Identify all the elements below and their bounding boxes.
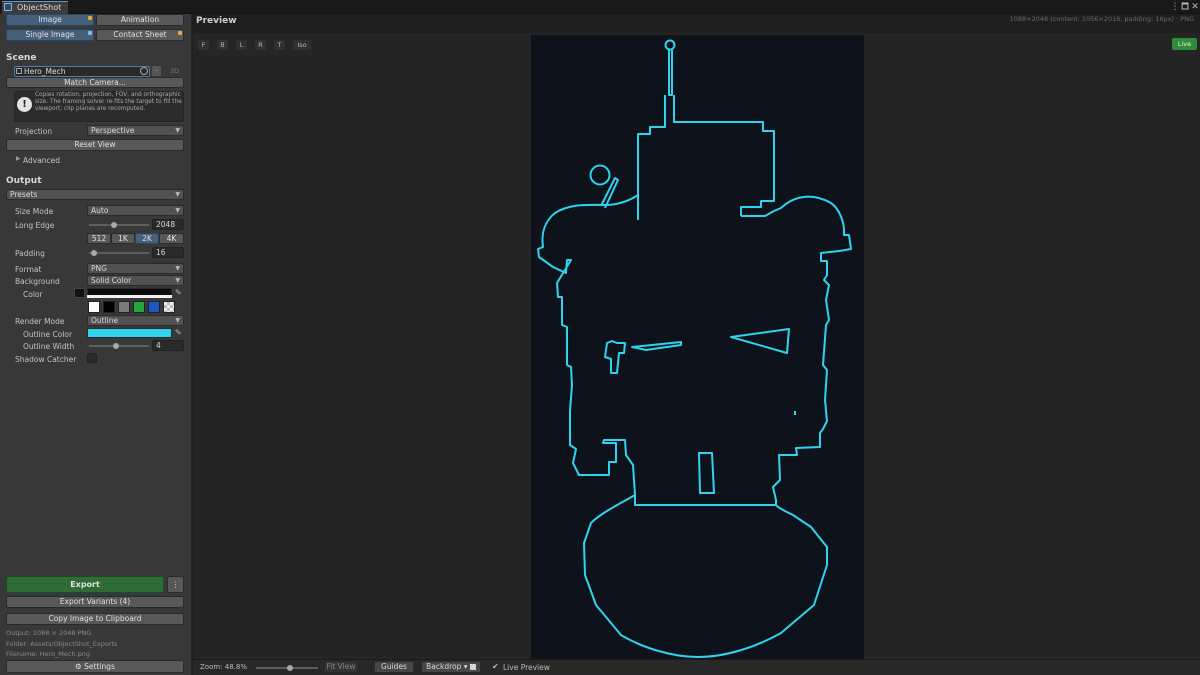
- reset-view-button[interactable]: Reset View: [6, 139, 184, 151]
- swatch-blue[interactable]: [148, 301, 160, 313]
- padding-slider-handle[interactable]: [90, 250, 97, 256]
- cube-icon: [16, 68, 22, 74]
- view-top-button[interactable]: T: [273, 39, 286, 51]
- image-tab-badge: [88, 16, 92, 20]
- size-2k-button[interactable]: 2K: [135, 233, 159, 244]
- swatch-green[interactable]: [133, 301, 145, 313]
- expand-arrow-icon[interactable]: ▶: [16, 155, 21, 162]
- shadow-catcher-label: Shadow Catcher: [15, 355, 77, 364]
- swatch-transparent[interactable]: [163, 301, 175, 313]
- color-preview-swatch[interactable]: [74, 288, 85, 298]
- long-edge-field[interactable]: 2048: [152, 219, 184, 230]
- outline-width-label: Outline Width: [23, 342, 75, 351]
- size-4k-button[interactable]: 4K: [159, 233, 184, 244]
- render-mode-label: Render Mode: [15, 317, 65, 326]
- maximize-icon[interactable]: 🗖: [1180, 1, 1190, 13]
- live-preview-toggle[interactable]: Live Preview: [503, 663, 550, 672]
- match-camera-button[interactable]: Match Camera...: [6, 77, 184, 88]
- preview-title: Preview: [196, 16, 237, 26]
- format-dropdown[interactable]: PNG ▼: [87, 263, 184, 274]
- title-bar: [0, 0, 1200, 14]
- fit-view-button[interactable]: Fit View: [324, 661, 358, 673]
- contact-sheet-badge: [178, 31, 182, 35]
- view-front-button[interactable]: F: [197, 39, 210, 51]
- view-right-button[interactable]: R: [254, 39, 267, 51]
- backdrop-label: Backdrop ▾: [426, 662, 468, 671]
- backdrop-swatch-icon: [469, 664, 476, 670]
- tab-single-image[interactable]: Single Image: [6, 29, 94, 41]
- mech-outline-render: [537, 39, 852, 658]
- outline-color-label: Outline Color: [23, 330, 73, 339]
- size-mode-label: Size Mode: [15, 207, 54, 216]
- padding-slider[interactable]: [89, 252, 149, 254]
- preview-dimensions: 1088×2048 (content: 1056×2016, padding: …: [1009, 15, 1194, 23]
- view-back-button[interactable]: B: [216, 39, 229, 51]
- size-1k-button[interactable]: 1K: [111, 233, 135, 244]
- long-edge-label: Long Edge: [15, 221, 55, 230]
- view-iso-button[interactable]: Iso: [292, 39, 312, 51]
- settings-label: Settings: [84, 662, 115, 671]
- color-alpha-bar: [87, 295, 172, 298]
- format-label: Format: [15, 265, 42, 274]
- check-icon[interactable]: ✔: [492, 662, 499, 671]
- advanced-foldout[interactable]: Advanced: [23, 156, 60, 165]
- swatch-white[interactable]: [88, 301, 100, 313]
- scene-header: Scene: [6, 53, 37, 63]
- folder-info: Folder: Assets/ObjectShot_Exports: [6, 640, 118, 648]
- projection-label: Projection: [15, 127, 53, 136]
- outline-width-slider[interactable]: [89, 345, 149, 347]
- size-mode-dropdown[interactable]: Auto ▼: [87, 205, 184, 216]
- zoom-label: Zoom: 48.8%: [200, 663, 248, 671]
- dimension-badge: 3D: [170, 67, 180, 75]
- swatch-gray[interactable]: [118, 301, 130, 313]
- padding-field[interactable]: 16: [152, 247, 184, 258]
- export-variants-button[interactable]: Export Variants (4): [6, 596, 184, 608]
- export-button[interactable]: Export: [6, 576, 164, 593]
- settings-button[interactable]: ⚙ Settings: [6, 660, 184, 673]
- copy-clipboard-button[interactable]: Copy Image to Clipboard: [6, 613, 184, 625]
- outline-eyedropper-icon[interactable]: ✎: [175, 328, 182, 337]
- backdrop-button[interactable]: Backdrop ▾: [421, 661, 481, 673]
- projection-dropdown[interactable]: Perspective ▼: [87, 125, 184, 136]
- help-text: Copies rotation, projection, FOV, and or…: [35, 92, 182, 112]
- output-info: Output: 1088 × 2048 PNG: [6, 629, 92, 637]
- render-mode-dropdown[interactable]: Outline ▼: [87, 315, 184, 326]
- shadow-catcher-checkbox[interactable]: [87, 353, 97, 363]
- background-dropdown[interactable]: Solid Color ▼: [87, 275, 184, 286]
- minus-icon[interactable]: –: [152, 66, 161, 76]
- app-icon: [4, 3, 12, 11]
- outline-width-field[interactable]: 4: [152, 340, 184, 351]
- outline-color-field[interactable]: [87, 328, 172, 338]
- outline-width-slider-handle[interactable]: [113, 343, 119, 349]
- live-badge: Live: [1172, 38, 1197, 50]
- tab-animation[interactable]: Animation: [96, 14, 184, 26]
- close-icon[interactable]: ✕: [1190, 1, 1200, 13]
- output-header: Output: [6, 176, 42, 186]
- guides-button[interactable]: Guides: [374, 661, 414, 673]
- presets-dropdown[interactable]: Presets ▼: [6, 189, 184, 200]
- eyedropper-icon[interactable]: ✎: [175, 288, 182, 297]
- render-canvas: [531, 35, 864, 659]
- gear-icon: ⚙: [75, 662, 82, 671]
- padding-label: Padding: [15, 249, 45, 258]
- tab-image[interactable]: Image: [6, 14, 94, 26]
- background-label: Background: [15, 277, 60, 286]
- filename-info: Filename: Hero_Mech.png: [6, 650, 90, 658]
- tab-contact-sheet[interactable]: Contact Sheet: [96, 29, 184, 41]
- kebab-menu-icon[interactable]: ⋮: [1170, 1, 1180, 13]
- target-object-field[interactable]: Hero_Mech: [14, 66, 150, 77]
- long-edge-slider[interactable]: [89, 224, 149, 226]
- size-512-button[interactable]: 512: [87, 233, 111, 244]
- swatch-black[interactable]: [103, 301, 115, 313]
- single-image-badge: [88, 31, 92, 35]
- info-icon: !: [17, 97, 32, 112]
- color-label: Color: [23, 290, 43, 299]
- object-picker-icon[interactable]: [140, 67, 148, 75]
- view-left-button[interactable]: L: [235, 39, 248, 51]
- export-options-button[interactable]: ⋮: [167, 576, 184, 593]
